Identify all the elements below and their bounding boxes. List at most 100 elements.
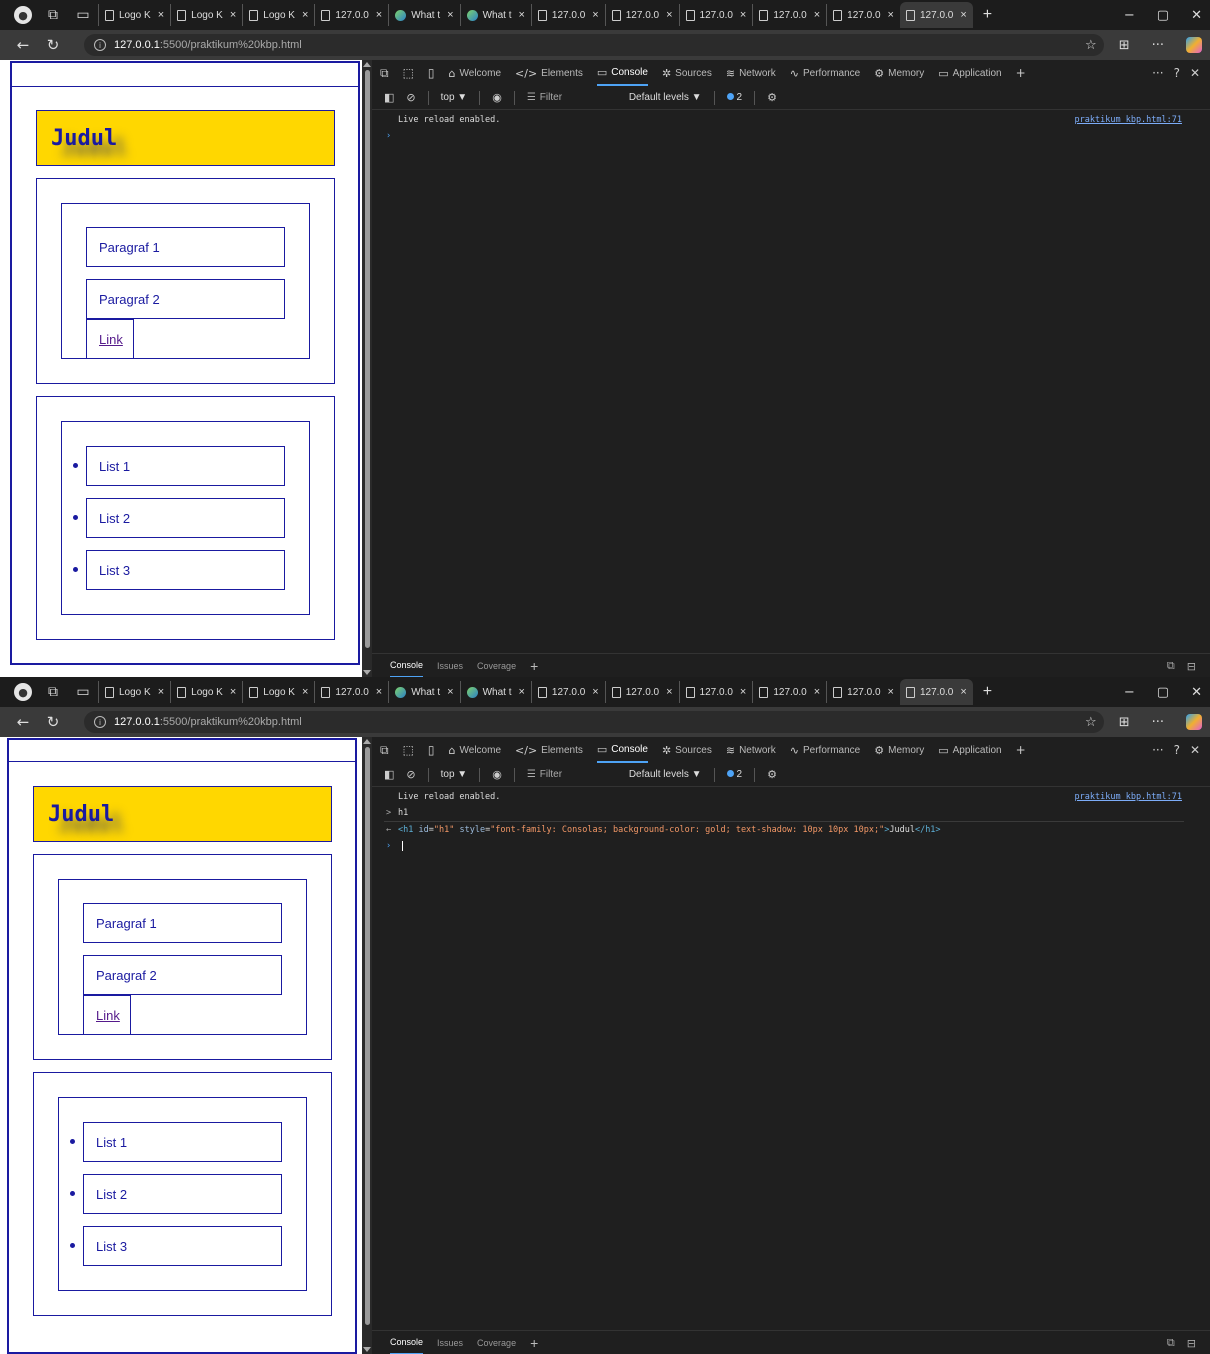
add-drawer-tab-icon[interactable]: + — [530, 658, 538, 674]
close-tab-icon[interactable]: × — [230, 9, 236, 21]
browser-tab[interactable]: 127.0.0 × — [752, 4, 826, 26]
clear-console-icon[interactable]: ⊘ — [406, 91, 415, 104]
more-icon[interactable]: ··· — [1152, 38, 1164, 53]
tab-application[interactable]: ▭ Application — [938, 737, 1001, 763]
browser-tab[interactable]: 127.0.0 × — [314, 4, 388, 26]
filter-input[interactable]: ☰ Filter — [527, 769, 617, 780]
close-tab-icon[interactable]: × — [518, 9, 524, 21]
back-icon[interactable]: ← — [8, 36, 38, 54]
tab-elements[interactable]: </> Elements — [515, 737, 583, 763]
drawer-tab-console[interactable]: Console — [390, 654, 424, 677]
console-prompt[interactable]: › — [372, 128, 1210, 144]
close-tab-icon[interactable]: × — [518, 686, 524, 698]
refresh-icon[interactable]: ↻ — [38, 713, 68, 731]
console-prompt[interactable]: › — [372, 838, 1210, 854]
drawer-tab-issues[interactable]: Issues — [437, 661, 463, 671]
close-tab-icon[interactable]: × — [888, 9, 894, 21]
close-tab-icon[interactable]: × — [666, 9, 672, 21]
levels-select[interactable]: Default levels ▼ — [629, 92, 702, 103]
collapse-drawer-icon[interactable]: ⊟ — [1187, 660, 1196, 673]
close-tab-icon[interactable]: × — [447, 686, 453, 698]
close-tab-icon[interactable]: × — [740, 686, 746, 698]
browser-tab[interactable]: What t × — [388, 681, 459, 703]
browser-tab[interactable]: 127.0.0 × — [678, 4, 753, 26]
context-select[interactable]: top ▼ — [441, 769, 468, 780]
page-scrollbar[interactable] — [362, 60, 372, 677]
browser-tab[interactable]: 127.0.0 × — [530, 4, 605, 26]
close-tab-icon[interactable]: × — [814, 686, 820, 698]
close-tab-icon[interactable]: × — [302, 686, 308, 698]
tab-actions-icon[interactable]: ▭ — [68, 677, 98, 707]
minimize-icon[interactable]: − — [1124, 685, 1135, 700]
browser-tab[interactable]: Logo K × — [98, 681, 170, 703]
dock-icon[interactable]: ▯ — [428, 743, 435, 757]
levels-select[interactable]: Default levels ▼ — [629, 769, 702, 780]
tab-network[interactable]: ≋ Network — [726, 737, 776, 763]
tab-actions-icon[interactable]: ▭ — [68, 0, 98, 30]
tab-elements[interactable]: </> Elements — [515, 60, 583, 86]
dock-drawer-icon[interactable]: ⧉ — [1167, 659, 1175, 673]
close-tab-icon[interactable]: × — [592, 686, 598, 698]
source-link[interactable]: praktikum kbp.html:71 — [1075, 792, 1182, 802]
sidebar-icon[interactable]: ◧ — [384, 91, 394, 104]
eye-icon[interactable]: ◉ — [492, 91, 502, 104]
browser-tab[interactable]: 127.0.0 × — [752, 681, 826, 703]
drawer-tab-coverage[interactable]: Coverage — [477, 661, 516, 671]
tab-performance[interactable]: ∿ Performance — [790, 60, 860, 86]
collapse-drawer-icon[interactable]: ⊟ — [1187, 1337, 1196, 1350]
close-tab-icon[interactable]: × — [960, 9, 966, 21]
close-tab-icon[interactable]: × — [666, 686, 672, 698]
tab-network[interactable]: ≋ Network — [726, 60, 776, 86]
favorite-icon[interactable]: ☆ — [1085, 38, 1097, 53]
context-select[interactable]: top ▼ — [441, 92, 468, 103]
close-devtools-icon[interactable]: ✕ — [1190, 743, 1200, 757]
issues-badge[interactable]: 2 — [726, 92, 742, 103]
tab-memory[interactable]: ⚙ Memory — [874, 737, 924, 763]
device-emulation-icon[interactable]: ⧉ — [380, 66, 389, 81]
more-icon[interactable]: ··· — [1152, 743, 1163, 757]
gear-icon[interactable]: ⚙ — [767, 768, 777, 781]
page-link[interactable]: Link — [86, 319, 134, 359]
close-tab-icon[interactable]: × — [158, 686, 164, 698]
tab-sources[interactable]: ✲ Sources — [662, 60, 712, 86]
tab-performance[interactable]: ∿ Performance — [790, 737, 860, 763]
browser-tab[interactable]: Logo K × — [242, 4, 314, 26]
device-emulation-icon[interactable]: ⧉ — [380, 743, 389, 758]
new-tab-button[interactable]: + — [973, 6, 1002, 24]
browser-tab[interactable]: Logo K × — [242, 681, 314, 703]
close-tab-icon[interactable]: × — [740, 9, 746, 21]
browser-tab[interactable]: 127.0.0 × — [604, 4, 679, 26]
close-tab-icon[interactable]: × — [302, 9, 308, 21]
page-link[interactable]: Link — [83, 995, 131, 1035]
clear-console-icon[interactable]: ⊘ — [406, 768, 415, 781]
more-icon[interactable]: ··· — [1152, 715, 1164, 730]
tab-console[interactable]: ▭ Console — [596, 737, 648, 763]
tab-memory[interactable]: ⚙ Memory — [874, 60, 924, 86]
info-icon[interactable]: i — [94, 716, 106, 728]
close-tab-icon[interactable]: × — [447, 9, 453, 21]
close-devtools-icon[interactable]: ✕ — [1190, 66, 1200, 80]
browser-tab[interactable]: Logo K × — [170, 681, 242, 703]
browser-tab[interactable]: 127.0.0 × — [530, 681, 605, 703]
profile-icon[interactable]: ● — [8, 677, 38, 707]
eye-icon[interactable]: ◉ — [492, 768, 502, 781]
tab-welcome[interactable]: ⌂ Welcome — [449, 737, 501, 763]
page-scrollbar[interactable] — [362, 737, 372, 1354]
close-tab-icon[interactable]: × — [814, 9, 820, 21]
close-tab-icon[interactable]: × — [376, 9, 382, 21]
inspect-icon[interactable]: ⬚ — [403, 66, 414, 80]
address-bar[interactable]: i 127.0.0.1:5500/praktikum%20kbp.html — [84, 711, 1104, 733]
dock-icon[interactable]: ▯ — [428, 66, 435, 80]
browser-tab[interactable]: What t × — [459, 681, 531, 703]
profile-icon[interactable]: ● — [8, 0, 38, 30]
gear-icon[interactable]: ⚙ — [767, 91, 777, 104]
address-bar[interactable]: i 127.0.0.1:5500/praktikum%20kbp.html — [84, 34, 1104, 56]
close-tab-icon[interactable]: × — [158, 9, 164, 21]
scrollbar-thumb[interactable] — [365, 747, 370, 1325]
refresh-icon[interactable]: ↻ — [38, 36, 68, 54]
sidebar-icon[interactable]: ◧ — [384, 768, 394, 781]
collections-icon[interactable]: ⊞ — [1119, 715, 1130, 730]
console-result[interactable]: ← <h1 id="h1" style="font-family: Consol… — [372, 822, 1210, 838]
browser-tab[interactable]: What t × — [388, 4, 459, 26]
add-tab-icon[interactable]: + — [1016, 743, 1026, 757]
